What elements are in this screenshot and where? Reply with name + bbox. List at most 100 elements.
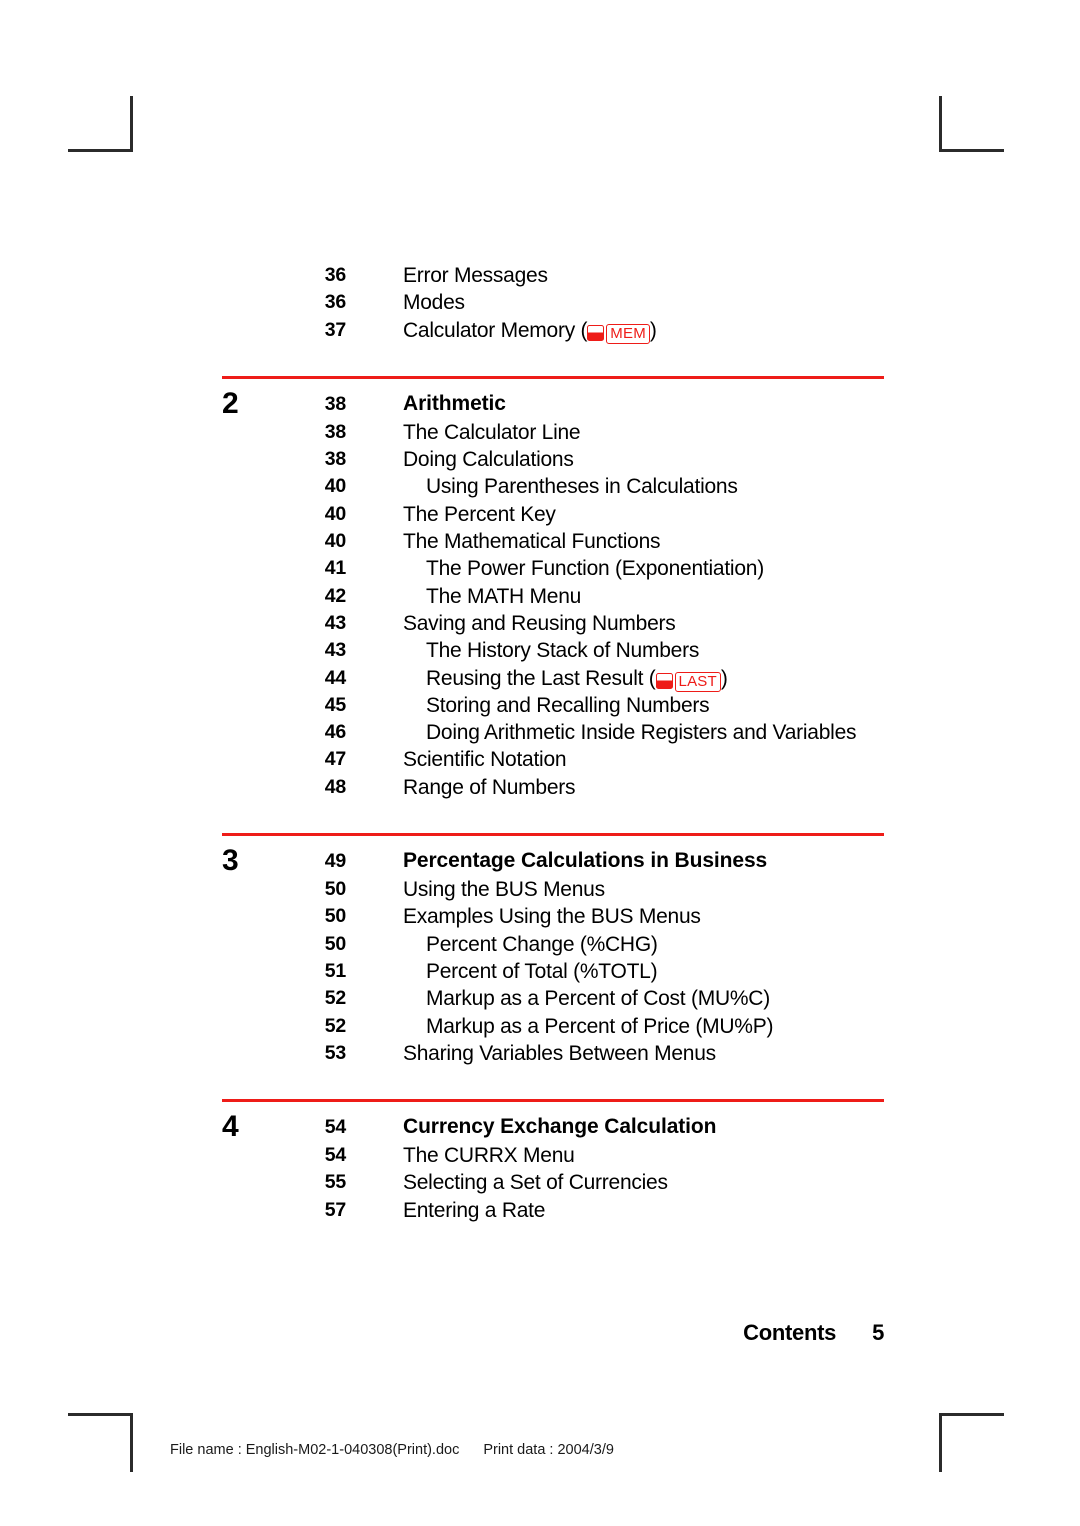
toc-row[interactable]: 2 38 Arithmetic <box>0 388 1080 419</box>
toc-row[interactable]: 51 Percent of Total (%TOTL) <box>0 958 1080 985</box>
toc-entry-title[interactable]: Saving and Reusing Numbers <box>403 610 676 637</box>
toc-page-number: 40 <box>324 530 346 553</box>
toc-entry-text: Modes <box>403 291 465 315</box>
toc-row[interactable]: 40 The Mathematical Functions <box>0 528 1080 555</box>
toc-page-number: 50 <box>324 878 346 901</box>
toc-page-number: 36 <box>324 291 346 314</box>
toc-entry-title[interactable]: The History Stack of Numbers <box>426 637 699 664</box>
toc-row[interactable]: 3 49 Percentage Calculations in Business <box>0 846 1080 876</box>
toc-row[interactable]: 50 Using the BUS Menus <box>0 876 1080 903</box>
toc-page-number: 53 <box>324 1041 346 1064</box>
toc-row[interactable]: 50 Percent Change (%CHG) <box>0 931 1080 958</box>
toc-entry-text: Saving and Reusing Numbers <box>403 611 676 635</box>
toc-row[interactable]: 53 Sharing Variables Between Menus <box>0 1040 1080 1067</box>
toc-entry-text: Doing Arithmetic Inside Registers and Va… <box>426 721 857 745</box>
toc-chapter-groups: 2 38 Arithmetic 38 The Calculator Line 38 Doin… <box>0 344 1080 1224</box>
print-date-text: Print data : 2004/3/9 <box>483 1442 614 1458</box>
toc-row[interactable]: 40 Using Parentheses in Calculations <box>0 473 1080 500</box>
toc-row[interactable]: 55 Selecting a Set of Currencies <box>0 1169 1080 1196</box>
toc-entry-title[interactable]: Entering a Rate <box>403 1197 545 1224</box>
toc-chapter-title[interactable]: Percentage Calculations in Business <box>403 846 767 876</box>
toc-entry-text: The Power Function (Exponentiation) <box>426 557 764 581</box>
toc-chapter-group: 2 38 Arithmetic 38 The Calculator Line 38 Doin… <box>0 344 1080 801</box>
toc-chapter-title[interactable]: Arithmetic <box>403 389 506 419</box>
toc-entry-title[interactable]: The Calculator Line <box>403 419 581 446</box>
toc-entry-title[interactable]: Scientific Notation <box>403 746 567 773</box>
toc-entry-title[interactable]: Using the BUS Menus <box>403 876 605 903</box>
toc-row[interactable]: 50 Examples Using the BUS Menus <box>0 903 1080 930</box>
toc-row[interactable]: 52 Markup as a Percent of Price (MU%P) <box>0 1013 1080 1040</box>
toc-entry-text: Error Messages <box>403 264 548 287</box>
toc-entry-title[interactable]: Selecting a Set of Currencies <box>403 1169 668 1196</box>
toc-entry-text: Percent Change (%CHG) <box>426 932 658 956</box>
toc-entry-text: Range of Numbers <box>403 775 576 799</box>
toc-row[interactable]: 38 The Calculator Line <box>0 419 1080 446</box>
toc-row[interactable]: 54 The CURRX Menu <box>0 1142 1080 1169</box>
toc-entry-title[interactable]: The Power Function (Exponentiation) <box>426 555 764 582</box>
toc-page-number: 52 <box>324 1014 346 1037</box>
shift-key-icon <box>587 324 605 341</box>
toc-page-number: 43 <box>324 611 346 634</box>
toc-entry-title[interactable]: Percent of Total (%TOTL) <box>426 958 658 985</box>
toc-entry-title[interactable]: The Percent Key <box>403 501 556 528</box>
toc-row[interactable]: 57 Entering a Rate <box>0 1197 1080 1224</box>
toc-entry-title[interactable]: Range of Numbers <box>403 774 576 801</box>
toc-entry-title[interactable]: Modes <box>403 289 465 316</box>
toc-row[interactable]: 43 The History Stack of Numbers <box>0 637 1080 664</box>
toc-entry-title[interactable]: Examples Using the BUS Menus <box>403 903 701 930</box>
toc-page-number: 49 <box>324 850 346 873</box>
toc-entry-text-suffix: ) <box>720 666 728 690</box>
calculator-key-label: MEM <box>606 323 650 344</box>
toc-row[interactable]: 47 Scientific Notation <box>0 746 1080 773</box>
toc-entry-title[interactable]: Storing and Recalling Numbers <box>426 692 710 719</box>
toc-entry-title[interactable]: Sharing Variables Between Menus <box>403 1040 716 1067</box>
toc-row[interactable]: 40 The Percent Key <box>0 501 1080 528</box>
toc-entry-text: Markup as a Percent of Cost (MU%C) <box>426 987 770 1011</box>
toc-entry-text: Sharing Variables Between Menus <box>403 1041 716 1065</box>
toc-page-number: 38 <box>324 448 346 471</box>
toc-page-number: 50 <box>324 932 346 955</box>
toc-entry-title[interactable]: Doing Calculations <box>403 446 574 473</box>
toc-page-number: 41 <box>324 557 346 580</box>
toc-page-number: 44 <box>324 666 346 689</box>
toc-entry-text: Using Parentheses in Calculations <box>426 475 738 499</box>
toc-page-number: 45 <box>324 693 346 716</box>
toc-page-number: 40 <box>324 475 346 498</box>
toc-entry-title[interactable]: Error Messages <box>403 262 548 289</box>
toc-entry-title[interactable]: The Mathematical Functions <box>403 528 661 555</box>
toc-page-number: 38 <box>324 392 346 415</box>
running-footer: Contents 5 <box>0 1320 884 1346</box>
toc-row[interactable]: 36 Modes <box>0 289 1080 316</box>
toc-entry-title[interactable]: Markup as a Percent of Cost (MU%C) <box>426 985 770 1012</box>
toc-chapter-title[interactable]: Currency Exchange Calculation <box>403 1112 716 1142</box>
toc-page-number: 48 <box>324 775 346 798</box>
toc-entry-text: The MATH Menu <box>426 584 582 608</box>
toc-entry-title[interactable]: Calculator Memory (MEM) <box>403 317 657 346</box>
toc-entry-title[interactable]: Reusing the Last Result (LAST) <box>426 665 728 694</box>
toc-entry-text: Entering a Rate <box>403 1198 546 1222</box>
toc-row[interactable]: 46 Doing Arithmetic Inside Registers and … <box>0 719 1080 746</box>
toc-entry-title[interactable]: Using Parentheses in Calculations <box>426 473 738 500</box>
toc-row[interactable]: 41 The Power Function (Exponentiation) <box>0 555 1080 582</box>
calculator-key-sequence: MEM <box>587 319 650 346</box>
toc-row[interactable]: 44 Reusing the Last Result (LAST) <box>0 665 1080 692</box>
toc-row[interactable]: 48 Range of Numbers <box>0 774 1080 801</box>
toc-page-number: 37 <box>324 318 346 341</box>
toc-entry-title[interactable]: The CURRX Menu <box>403 1142 575 1169</box>
toc-row[interactable]: 43 Saving and Reusing Numbers <box>0 610 1080 637</box>
toc-row[interactable]: 42 The MATH Menu <box>0 583 1080 610</box>
toc-entry-text: Using the BUS Menus <box>403 878 605 902</box>
toc-entry-title[interactable]: Doing Arithmetic Inside Registers and Va… <box>426 719 857 746</box>
toc-row[interactable]: 36 Error Messages <box>0 262 1080 289</box>
toc-row[interactable]: 4 54 Currency Exchange Calculation <box>0 1112 1080 1142</box>
toc-row[interactable]: 37 Calculator Memory (MEM) <box>0 317 1080 344</box>
toc-row[interactable]: 45 Storing and Recalling Numbers <box>0 692 1080 719</box>
toc-page-number: 57 <box>324 1198 346 1221</box>
toc-entry-title[interactable]: Percent Change (%CHG) <box>426 931 658 958</box>
toc-entry-title[interactable]: Markup as a Percent of Price (MU%P) <box>426 1013 773 1040</box>
toc-entry-title[interactable]: The MATH Menu <box>426 583 581 610</box>
toc-row[interactable]: 38 Doing Calculations <box>0 446 1080 473</box>
toc-entry-text: Doing Calculations <box>403 448 574 472</box>
crop-mark-vertical <box>939 1416 942 1472</box>
toc-row[interactable]: 52 Markup as a Percent of Cost (MU%C) <box>0 985 1080 1012</box>
